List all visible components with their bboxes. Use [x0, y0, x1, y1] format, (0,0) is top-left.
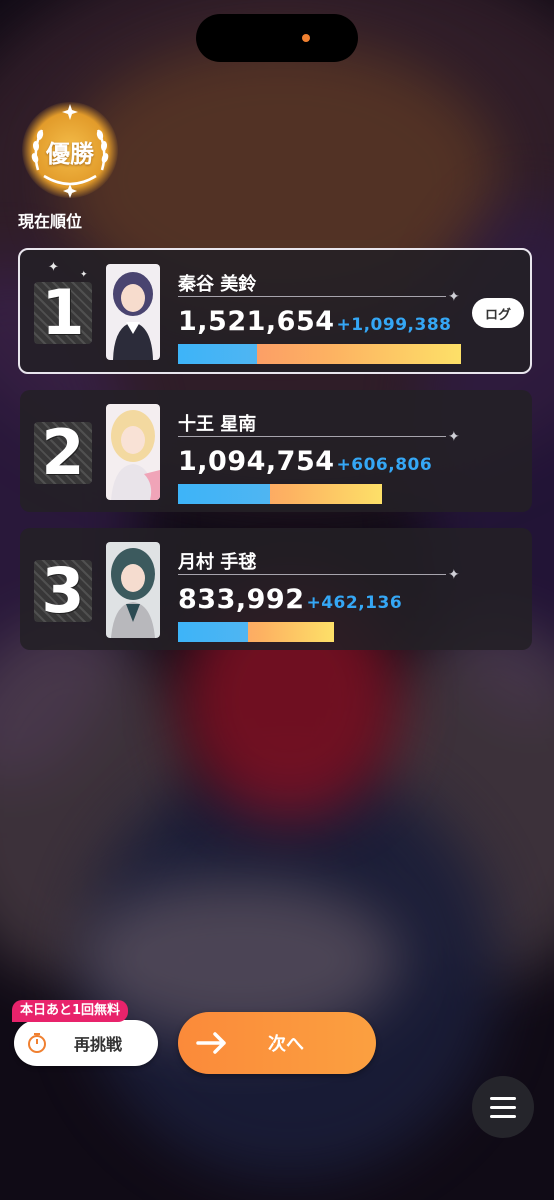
hamburger-menu-icon[interactable] — [472, 1076, 534, 1138]
character-portrait-sena — [106, 404, 160, 500]
score-delta: +462,136 — [306, 593, 403, 613]
player-name: 秦谷 美鈴 — [178, 274, 257, 295]
retry-button[interactable]: 再挑戦 — [14, 1020, 158, 1066]
score: 1,521,654 +1,099,388 — [178, 306, 452, 337]
dynamic-island — [196, 14, 358, 62]
score: 1,094,754 +606,806 — [178, 446, 433, 477]
ranking-card-1[interactable]: ✦ ✦ 1 秦谷 美鈴 ✦ 1,521,654 +1,099,388 ログ — [18, 248, 532, 374]
sparkle-icon: ✦ — [448, 429, 460, 445]
player-name: 十王 星南 — [178, 414, 257, 435]
winner-label: 優勝 — [46, 140, 94, 168]
character-portrait-temari — [106, 542, 160, 638]
sparkle-icon: ✦ — [448, 289, 460, 305]
score: 833,992 +462,136 — [178, 584, 403, 615]
log-button[interactable]: ログ — [472, 298, 524, 328]
player-name: 月村 手毬 — [178, 552, 257, 573]
rank-number: 1 — [34, 278, 92, 348]
rank-number: 2 — [34, 418, 92, 488]
winner-badge: 優勝 — [18, 100, 122, 204]
character-portrait-misuzu — [106, 264, 160, 360]
arrow-right-icon — [196, 1032, 226, 1054]
free-retry-badge: 本日あと1回無料 — [12, 1000, 129, 1022]
score-bar — [178, 484, 382, 504]
stopwatch-icon — [28, 1033, 46, 1053]
ranking-card-2[interactable]: 2 十王 星南 ✦ 1,094,754 +606,806 — [20, 390, 532, 512]
ranking-card-3[interactable]: 3 月村 手毬 ✦ 833,992 +462,136 — [20, 528, 532, 650]
score-delta: +1,099,388 — [336, 315, 452, 335]
score-bar — [178, 344, 461, 364]
rank-number: 3 — [34, 556, 92, 626]
score-bar — [178, 622, 334, 642]
retry-label: 再挑戦 — [74, 1035, 123, 1054]
score-delta: +606,806 — [336, 455, 433, 475]
current-rank-caption: 現在順位 — [18, 212, 83, 231]
sparkle-icon: ✦ — [48, 260, 59, 275]
next-label: 次へ — [268, 1034, 304, 1055]
sparkle-icon: ✦ — [448, 567, 460, 583]
next-button[interactable]: 次へ — [178, 1012, 376, 1074]
